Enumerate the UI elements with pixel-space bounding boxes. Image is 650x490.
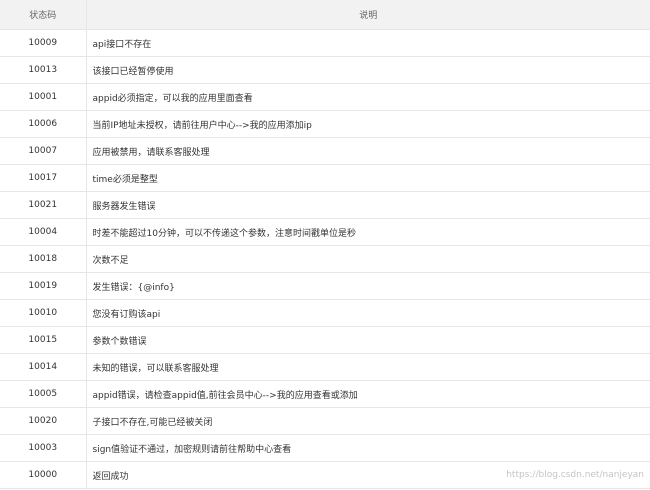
status-code-cell: 10020 <box>0 407 87 435</box>
table-row: 10003 sign值验证不通过，加密规则请前往帮助中心查看 <box>0 434 650 462</box>
table-row: 10009 api接口不存在 <box>0 29 650 57</box>
description-cell: 当前IP地址未授权，请前往用户中心-->我的应用添加ip <box>86 110 650 138</box>
status-code-table: 状态码 说明 10009 api接口不存在 10013 该接口已经暂停使用 10001 a… <box>0 0 650 489</box>
description-cell: 时差不能超过10分钟，可以不传递这个参数，注意时间戳单位是秒 <box>86 218 650 246</box>
status-code-cell: 10013 <box>0 56 87 84</box>
status-code-cell: 10014 <box>0 353 87 381</box>
description-cell: appid必须指定，可以我的应用里面查看 <box>86 83 650 111</box>
description-cell: 发生错误：{@info} <box>86 272 650 300</box>
watermark: https://blog.csdn.net/nanjeyan <box>506 470 644 480</box>
status-code-cell: 10001 <box>0 83 87 111</box>
table-row: 10015 参数个数错误 <box>0 326 650 354</box>
status-code-cell: 10000 <box>0 461 87 489</box>
table-row: 10019 发生错误：{@info} <box>0 272 650 300</box>
header-description: 说明 <box>86 0 650 30</box>
status-code-cell: 10010 <box>0 299 87 327</box>
table-row: 10013 该接口已经暂停使用 <box>0 56 650 84</box>
table-row: 10004 时差不能超过10分钟，可以不传递这个参数，注意时间戳单位是秒 <box>0 218 650 246</box>
status-code-cell: 10009 <box>0 29 87 57</box>
table-row: 10001 appid必须指定，可以我的应用里面查看 <box>0 83 650 111</box>
table-row: 10018 次数不足 <box>0 245 650 273</box>
status-code-cell: 10019 <box>0 272 87 300</box>
description-cell: api接口不存在 <box>86 29 650 57</box>
description-cell: 您没有订购该api <box>86 299 650 327</box>
table-row: 10020 子接口不存在,可能已经被关闭 <box>0 407 650 435</box>
description-cell: time必须是整型 <box>86 164 650 192</box>
status-code-cell: 10018 <box>0 245 87 273</box>
description-cell: 未知的错误，可以联系客服处理 <box>86 353 650 381</box>
status-code-cell: 10015 <box>0 326 87 354</box>
table-row: 10021 服务器发生错误 <box>0 191 650 219</box>
description-cell: 服务器发生错误 <box>86 191 650 219</box>
header-status-code: 状态码 <box>0 0 87 30</box>
description-cell: 该接口已经暂停使用 <box>86 56 650 84</box>
description-cell: 应用被禁用，请联系客服处理 <box>86 137 650 165</box>
table-row: 10010 您没有订购该api <box>0 299 650 327</box>
table-row: 10017 time必须是整型 <box>0 164 650 192</box>
description-cell: 次数不足 <box>86 245 650 273</box>
table-row: 10014 未知的错误，可以联系客服处理 <box>0 353 650 381</box>
table-header-row: 状态码 说明 <box>0 0 650 30</box>
description-cell: 参数个数错误 <box>86 326 650 354</box>
table-row: 10005 appid错误，请检查appid值,前往会员中心-->我的应用查看或添… <box>0 380 650 408</box>
status-code-cell: 10003 <box>0 434 87 462</box>
status-code-cell: 10005 <box>0 380 87 408</box>
status-code-cell: 10004 <box>0 218 87 246</box>
status-code-cell: 10006 <box>0 110 87 138</box>
description-cell: 子接口不存在,可能已经被关闭 <box>86 407 650 435</box>
table-row: 10006 当前IP地址未授权，请前往用户中心-->我的应用添加ip <box>0 110 650 138</box>
status-code-cell: 10017 <box>0 164 87 192</box>
description-cell: appid错误，请检查appid值,前往会员中心-->我的应用查看或添加 <box>86 380 650 408</box>
table-row: 10007 应用被禁用，请联系客服处理 <box>0 137 650 165</box>
status-code-cell: 10021 <box>0 191 87 219</box>
description-cell: sign值验证不通过，加密规则请前往帮助中心查看 <box>86 434 650 462</box>
status-code-cell: 10007 <box>0 137 87 165</box>
